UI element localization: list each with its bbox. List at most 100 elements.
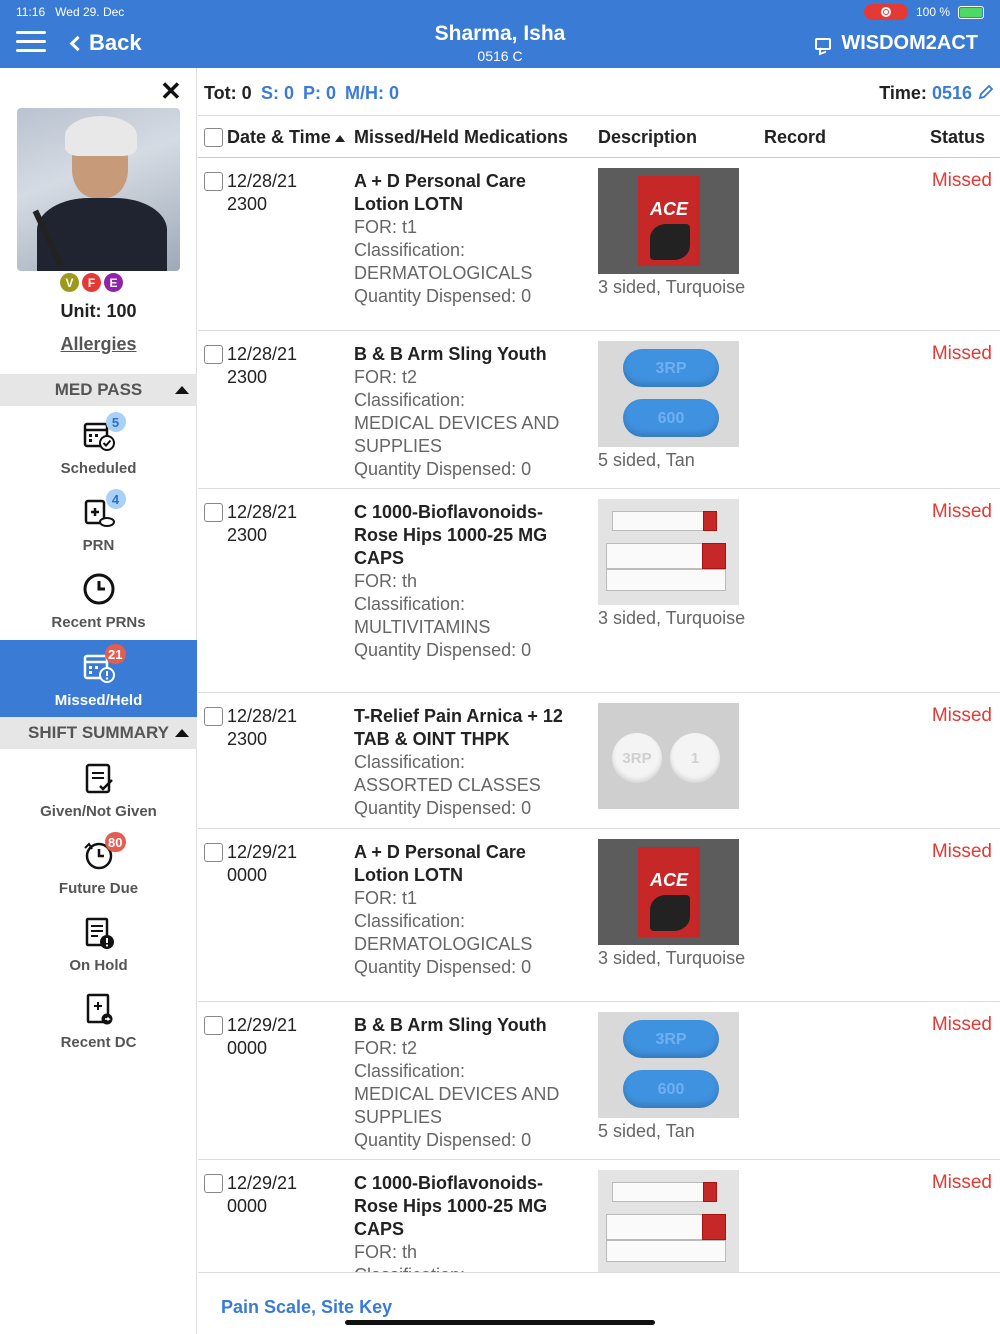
table-row[interactable]: 12/29/21 0000 B & B Arm Sling Youth FOR: t2…: [198, 1002, 1000, 1160]
table-row[interactable]: 12/28/21 2300 A + D Personal Care Lotion L…: [198, 158, 1000, 331]
table-row[interactable]: 12/29/21 0000 A + D Personal Care Lotion L…: [198, 829, 1000, 1002]
medication-image: 3RP 1: [598, 703, 739, 809]
pass-time: Time: 0516: [879, 83, 972, 104]
account-button[interactable]: WISDOM2ACT: [815, 32, 978, 55]
medication-list: 12/28/21 2300 A + D Personal Care Lotion L…: [198, 158, 1000, 1272]
classification-value: DERMATOLOGICALS: [354, 934, 533, 954]
sidebar-item-given-not-given[interactable]: Given/Not Given: [0, 751, 197, 828]
row-description: 3RP 600 5 sided, Tan: [598, 1012, 748, 1143]
quantity-dispensed: Quantity Dispensed: 0: [354, 1130, 532, 1150]
sidebar-item-recent-dc[interactable]: Recent DC: [0, 982, 197, 1059]
sidebar-item-future-due[interactable]: 80 Future Due: [0, 828, 197, 905]
prn-filter[interactable]: P: 0: [303, 83, 336, 104]
account-label: WISDOM2ACT: [841, 32, 978, 54]
scheduled-count-badge: 5: [105, 412, 126, 432]
screen-recording-icon: [863, 4, 908, 20]
row-date-time: 12/28/21 2300: [227, 170, 337, 216]
table-row[interactable]: 12/29/21 0000 C 1000-Bioflavonoids-Rose Hi…: [198, 1160, 1000, 1272]
section-shift-summary-title: SHIFT SUMMARY: [27, 723, 170, 742]
sidebar-item-label: Scheduled: [60, 460, 137, 477]
classification-label: Classification:: [354, 1264, 579, 1272]
total-count: Tot: 0: [204, 83, 252, 103]
row-checkbox[interactable]: [204, 843, 223, 862]
scheduled-filter[interactable]: S: 0: [261, 83, 294, 104]
row-date: 12/28/21: [227, 706, 298, 726]
medication-name: A + D Personal Care Lotion LOTN: [354, 171, 526, 214]
medication-for: FOR: t2: [354, 1038, 418, 1058]
status-time: 11:16: [16, 5, 46, 19]
row-description: 3 sided, Turquoise: [598, 499, 748, 630]
missed-held-filter[interactable]: M/H: 0: [345, 83, 399, 104]
row-medication: C 1000-Bioflavonoids-Rose Hips 1000-25 M…: [354, 501, 579, 662]
summary-bar: Tot: 0 S: 0 P: 0 M/H: 0 Time: 0516: [198, 68, 1000, 116]
row-date: 12/29/21: [227, 842, 298, 862]
sidebar-item-prn[interactable]: 4 PRN: [0, 485, 197, 562]
quantity-dispensed: Quantity Dispensed: 0: [354, 459, 532, 479]
row-checkbox[interactable]: [204, 1174, 223, 1193]
sort-asc-icon: [334, 134, 345, 142]
row-date: 12/28/21: [227, 344, 298, 364]
row-description: ACE 3 sided, Turquoise: [598, 168, 748, 299]
medication-for: FOR: th: [354, 571, 418, 591]
select-all-checkbox[interactable]: [204, 128, 223, 147]
table-row[interactable]: 12/28/21 2300 T-Relief Pain Arnica + 12 TA…: [198, 693, 1000, 829]
medication-image: 3RP 600: [598, 341, 739, 447]
row-medication: A + D Personal Care Lotion LOTN FOR: t1 Cl…: [354, 841, 579, 979]
pill-imprint: 3RP: [623, 1020, 719, 1058]
sidebar-item-label: PRN: [82, 537, 115, 554]
future-clock-icon: 80: [82, 832, 126, 872]
status-missed: Missed: [931, 501, 992, 522]
row-checkbox[interactable]: [204, 172, 223, 191]
column-date-time-label: Date & Time: [227, 127, 331, 147]
section-med-pass[interactable]: MED PASS: [0, 374, 197, 406]
pain-scale-site-key-link[interactable]: Pain Scale, Site Key: [221, 1297, 392, 1318]
classification-label: Classification:: [354, 752, 466, 772]
sidebar-item-on-hold[interactable]: On Hold: [0, 905, 197, 982]
column-date-time[interactable]: Date & Time: [227, 127, 345, 148]
pill-description: 5 sided, Tan: [598, 450, 695, 470]
sidebar-item-label: Recent PRNs: [51, 614, 146, 631]
medication-name: B & B Arm Sling Youth: [354, 344, 547, 364]
package-brand: ACE: [649, 199, 688, 219]
row-time: 2300: [227, 367, 268, 387]
section-shift-summary[interactable]: SHIFT SUMMARY: [0, 717, 197, 749]
quantity-dispensed: Quantity Dispensed: 0: [354, 286, 532, 306]
row-time: 0000: [227, 865, 268, 885]
row-checkbox[interactable]: [204, 1016, 223, 1035]
row-checkbox[interactable]: [204, 345, 223, 364]
sidebar-item-missed-held[interactable]: 21 Missed/Held: [0, 640, 197, 717]
medication-for: FOR: t1: [354, 888, 418, 908]
pill-imprint: 1: [670, 733, 720, 783]
calendar-check-icon: 5: [82, 412, 126, 452]
pill-imprint: 600: [623, 1070, 719, 1108]
row-checkbox[interactable]: [204, 503, 223, 522]
allergies-link[interactable]: Allergies: [0, 334, 197, 355]
collapse-triangle-icon: [175, 729, 189, 737]
row-medication: A + D Personal Care Lotion LOTN FOR: t1 Cl…: [354, 170, 579, 308]
row-checkbox[interactable]: [204, 707, 223, 726]
document-dc-icon: [82, 992, 116, 1026]
row-description: 3RP 1: [598, 703, 748, 811]
edit-pencil-icon[interactable]: [978, 84, 994, 100]
row-time: 2300: [227, 729, 268, 749]
document-alert-icon: [82, 915, 116, 949]
sidebar-item-recent-prns[interactable]: Recent PRNs: [0, 562, 197, 639]
time-value[interactable]: 0516: [932, 83, 972, 103]
table-row[interactable]: 12/28/21 2300 C 1000-Bioflavonoids-Rose Hi…: [198, 489, 1000, 693]
main-panel: Tot: 0 S: 0 P: 0 M/H: 0 Time: 0516 Date …: [198, 68, 1000, 1334]
row-date: 12/28/21: [227, 502, 298, 522]
row-time: 0000: [227, 1038, 268, 1058]
sidebar-item-label: Missed/Held: [54, 692, 143, 709]
battery-percent: 100 %: [915, 5, 950, 19]
row-date-time: 12/28/21 2300: [227, 501, 337, 547]
sidebar: ✕ V F E Unit: 100 Allergies MED PASS 5 S…: [0, 68, 197, 1334]
medication-for: FOR: t1: [354, 217, 418, 237]
table-row[interactable]: 12/28/21 2300 B & B Arm Sling Youth FOR: t2…: [198, 331, 1000, 489]
close-icon[interactable]: ✕: [160, 76, 182, 107]
medication-name: C 1000-Bioflavonoids-Rose Hips 1000-25 M…: [354, 502, 548, 568]
row-date-time: 12/29/21 0000: [227, 1172, 337, 1218]
pill-description: 3 sided, Turquoise: [598, 608, 746, 628]
column-record: Record: [764, 127, 827, 147]
sidebar-item-scheduled[interactable]: 5 Scheduled: [0, 408, 197, 485]
medication-image: [598, 499, 739, 605]
